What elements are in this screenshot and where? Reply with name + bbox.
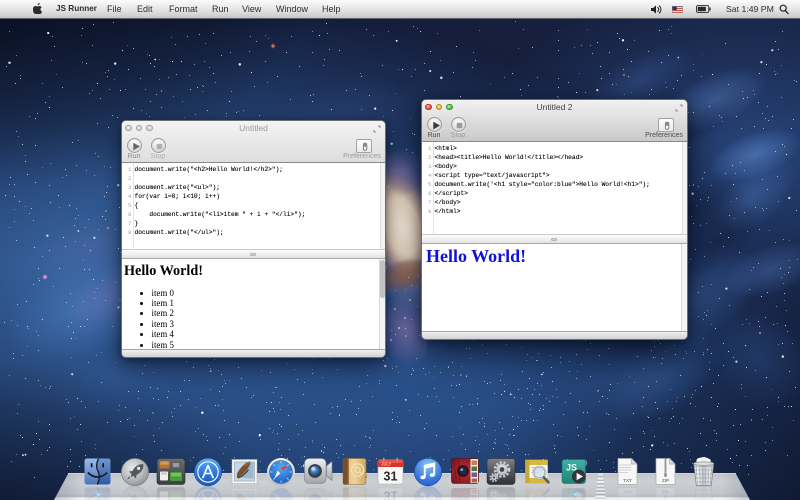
svg-text:TXT: TXT [623,478,632,483]
svg-text:31: 31 [384,470,398,484]
svg-text:ZIP: ZIP [662,478,669,483]
svg-text:JULY: JULY [381,462,392,467]
